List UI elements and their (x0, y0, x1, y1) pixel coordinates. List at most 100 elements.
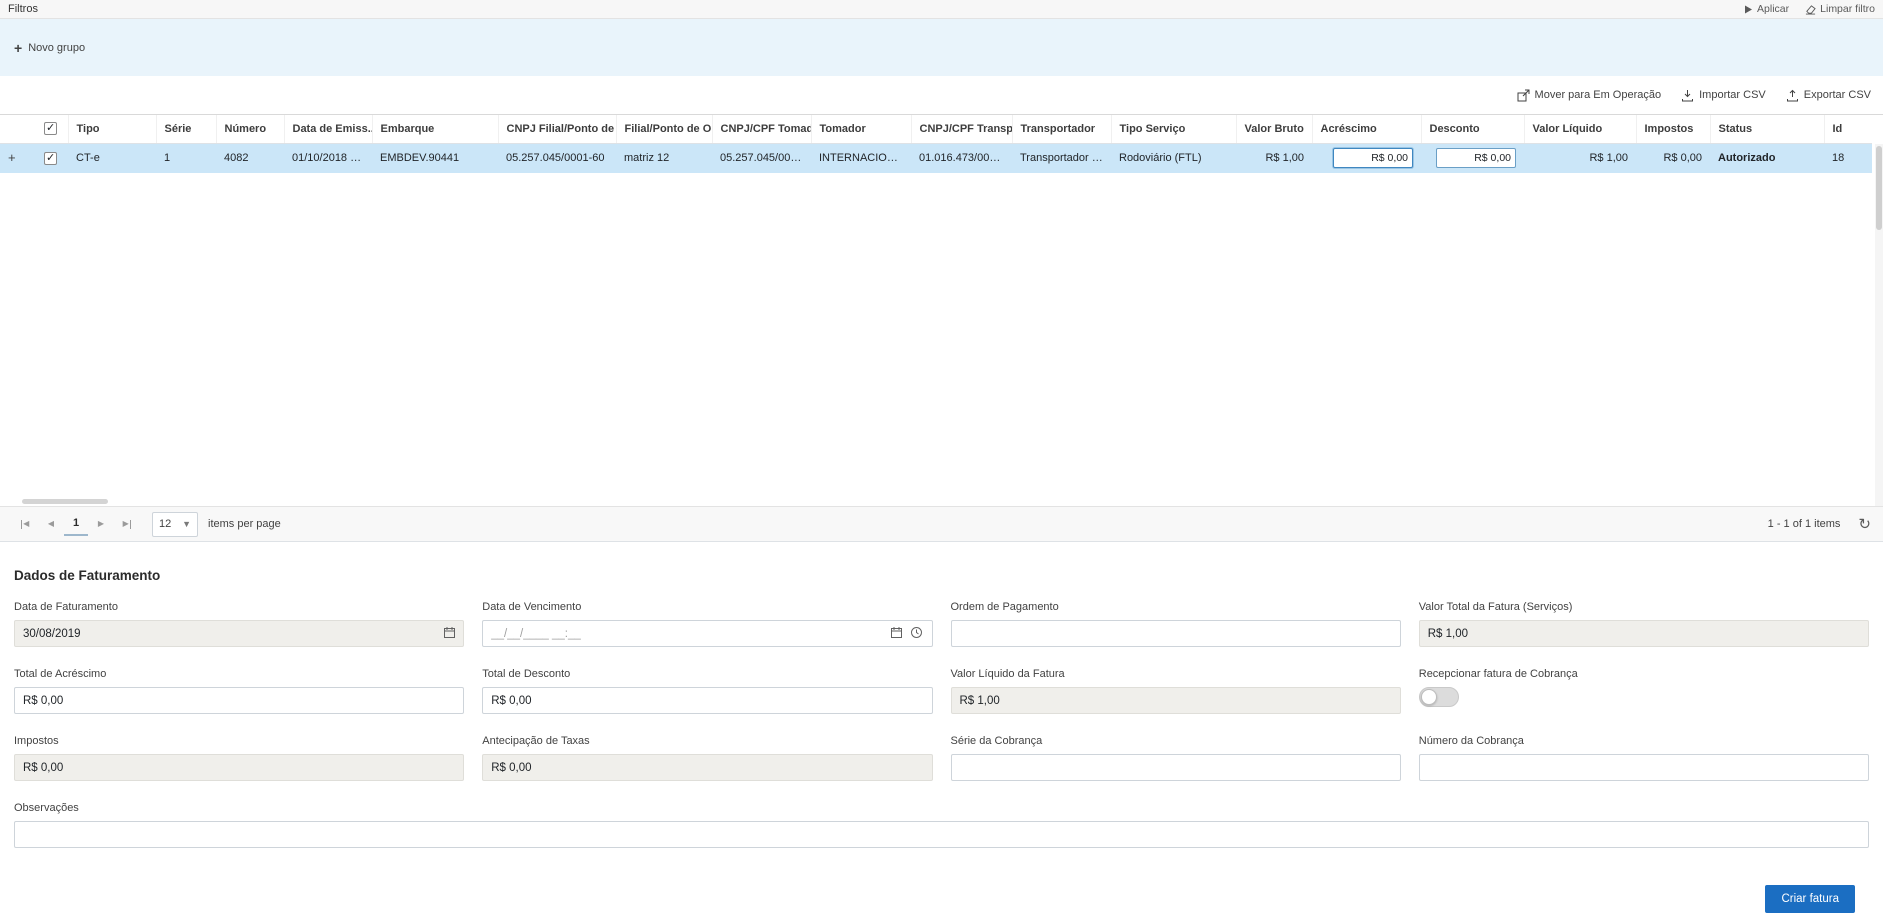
valor-liquido-input (951, 687, 1401, 714)
clear-filter-button[interactable]: Limpar filtro (1805, 3, 1875, 15)
cell-numero: 4082 (216, 143, 284, 173)
eraser-icon (1805, 4, 1816, 15)
move-to-operation-label: Mover para Em Operação (1535, 89, 1662, 101)
column-header-cnpj-tomador[interactable]: CNPJ/CPF Tomador (712, 115, 811, 143)
recepcionar-toggle[interactable] (1419, 687, 1459, 707)
field-valor-liquido: Valor Líquido da Fatura (951, 668, 1401, 714)
observacoes-input[interactable] (14, 821, 1869, 848)
next-page-button[interactable]: ▶ (88, 512, 114, 536)
prev-page-button[interactable]: ◀ (38, 512, 64, 536)
cell-tipo: CT-e (68, 143, 156, 173)
field-valor-total: Valor Total da Fatura (Serviços) (1419, 601, 1869, 647)
data-vencimento-input[interactable] (482, 620, 932, 647)
calendar-icon[interactable] (890, 626, 903, 642)
desconto-input[interactable] (1436, 148, 1516, 168)
cell-embarque: EMBDEV.90441 (372, 143, 498, 173)
cell-filial: matriz 12 (616, 143, 712, 173)
valor-total-label: Valor Total da Fatura (Serviços) (1419, 601, 1869, 613)
column-header-cnpj-filial[interactable]: CNPJ Filial/Ponto de ... (498, 115, 616, 143)
row-checkbox-cell[interactable] (36, 143, 68, 173)
column-header-tipo-servico[interactable]: Tipo Serviço (1111, 115, 1236, 143)
column-header-tipo[interactable]: Tipo (68, 115, 156, 143)
field-impostos: Impostos (14, 735, 464, 781)
horizontal-scrollbar-thumb[interactable] (22, 499, 108, 504)
expand-row-icon[interactable]: + (8, 150, 16, 165)
cell-data-emissao: 01/10/2018 11:07 (284, 143, 372, 173)
column-header-serie[interactable]: Série (156, 115, 216, 143)
acrescimo-input[interactable] (1333, 148, 1413, 168)
cell-transportador: Transportador 01 (1012, 143, 1111, 173)
table-row[interactable]: + CT-e 1 4082 01/10/2018 11:07 EMBDEV.90… (0, 143, 1872, 173)
export-csv-button[interactable]: Exportar CSV (1786, 89, 1871, 102)
column-header-acrescimo[interactable]: Acréscimo (1312, 115, 1421, 143)
expand-row-cell[interactable]: + (0, 143, 36, 173)
billing-form: Data de Faturamento Data de Vencimento (14, 601, 1869, 869)
clear-filter-label: Limpar filtro (1820, 3, 1875, 15)
column-header-transportador[interactable]: Transportador (1012, 115, 1111, 143)
field-recepcionar: Recepcionar fatura de Cobrança (1419, 668, 1869, 714)
cell-serie: 1 (156, 143, 216, 173)
calendar-icon[interactable] (443, 626, 456, 642)
total-desconto-input[interactable] (482, 687, 932, 714)
column-header-embarque[interactable]: Embarque (372, 115, 498, 143)
new-group-label: Novo grupo (28, 42, 85, 54)
filters-bar: Filtros Aplicar Limpar filtro (0, 0, 1883, 19)
first-page-icon: ◀ (23, 520, 29, 528)
last-page-button[interactable]: ▶ (114, 512, 140, 536)
criar-fatura-button[interactable]: Criar fatura (1765, 885, 1855, 913)
select-all-checkbox[interactable] (44, 122, 57, 135)
column-header-filial[interactable]: Filial/Ponto de O... (616, 115, 712, 143)
row-checkbox[interactable] (44, 152, 57, 165)
apply-filter-button[interactable]: Aplicar (1744, 3, 1789, 15)
new-group-button[interactable]: + Novo grupo (14, 41, 85, 55)
column-header-id[interactable]: Id (1824, 115, 1872, 143)
pager: ◀ ◀ 1 ▶ ▶ 12 ▼ items per page 1 - 1 of 1… (0, 506, 1883, 542)
field-data-vencimento: Data de Vencimento (482, 601, 932, 647)
total-acrescimo-label: Total de Acréscimo (14, 668, 464, 680)
data-vencimento-label: Data de Vencimento (482, 601, 932, 613)
column-header-impostos[interactable]: Impostos (1636, 115, 1710, 143)
column-header-valor-bruto[interactable]: Valor Bruto (1236, 115, 1312, 143)
next-page-icon: ▶ (98, 520, 104, 528)
items-per-page-label: items per page (208, 518, 281, 530)
cell-valor-bruto: R$ 1,00 (1236, 143, 1312, 173)
impostos-input (14, 754, 464, 781)
column-header-desconto[interactable]: Desconto (1421, 115, 1524, 143)
ordem-pagamento-input[interactable] (951, 620, 1401, 647)
column-header-valor-liquido[interactable]: Valor Líquido (1524, 115, 1636, 143)
refresh-button[interactable]: ↻ (1858, 517, 1871, 532)
import-csv-button[interactable]: Importar CSV (1681, 89, 1766, 102)
field-antecipacao: Antecipação de Taxas (482, 735, 932, 781)
filters-title: Filtros (8, 3, 38, 15)
first-page-button[interactable]: ◀ (12, 512, 38, 536)
column-header-data-emissao[interactable]: Data de Emiss... (284, 115, 372, 143)
column-header-cnpj-transportador[interactable]: CNPJ/CPF Transp... (911, 115, 1012, 143)
numero-cobranca-label: Número da Cobrança (1419, 735, 1869, 747)
numero-cobranca-input[interactable] (1419, 754, 1869, 781)
column-header-numero[interactable]: Número (216, 115, 284, 143)
move-to-operation-button[interactable]: Mover para Em Operação (1517, 89, 1662, 102)
import-csv-label: Importar CSV (1699, 89, 1766, 101)
grid-table: Tipo Série Número Data de Emiss... Embar… (0, 115, 1872, 173)
grid-header-row: Tipo Série Número Data de Emiss... Embar… (0, 115, 1872, 143)
current-page-button[interactable]: 1 (64, 512, 88, 536)
export-csv-label: Exportar CSV (1804, 89, 1871, 101)
vertical-scrollbar[interactable] (1875, 144, 1883, 506)
expand-column-header (0, 115, 36, 143)
grid-toolbar: Mover para Em Operação Importar CSV Expo… (0, 76, 1883, 114)
cell-cnpj-transportador: 01.016.473/0001-40 (911, 143, 1012, 173)
clock-icon[interactable] (910, 626, 923, 642)
pager-right: 1 - 1 of 1 items ↻ (1768, 517, 1871, 532)
cell-tomador: INTERNACIONAL E ... (811, 143, 911, 173)
refresh-icon: ↻ (1858, 516, 1871, 533)
serie-cobranca-input[interactable] (951, 754, 1401, 781)
move-window-icon (1517, 89, 1530, 102)
export-icon (1786, 89, 1799, 102)
column-header-tomador[interactable]: Tomador (811, 115, 911, 143)
column-header-status[interactable]: Status (1710, 115, 1824, 143)
field-serie-cobranca: Série da Cobrança (951, 735, 1401, 781)
select-all-header[interactable] (36, 115, 68, 143)
vertical-scrollbar-thumb[interactable] (1876, 146, 1882, 230)
total-acrescimo-input[interactable] (14, 687, 464, 714)
page-size-select[interactable]: 12 ▼ (152, 512, 198, 537)
